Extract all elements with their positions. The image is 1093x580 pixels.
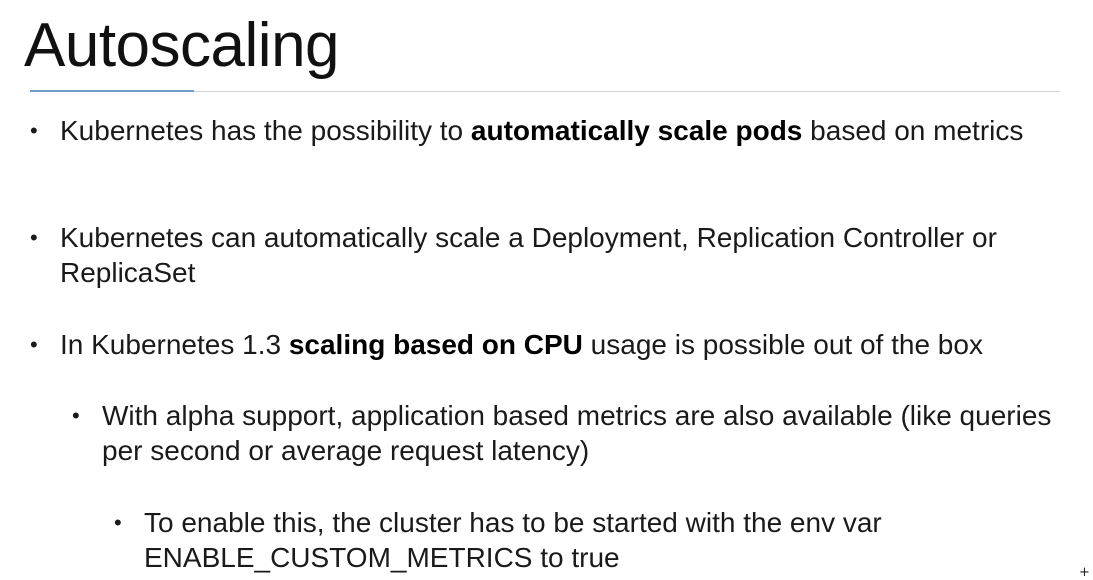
bullet-text: Kubernetes can automatically scale a Dep… [60,222,997,288]
bullet-dot-icon: • [72,403,80,428]
bullet-text: To enable this, the cluster has to be st… [144,507,882,573]
bullet-item-1: • Kubernetes has the possibility to auto… [30,113,1050,148]
sub-sub-bullet-item-1: • To enable this, the cluster has to be … [114,505,1044,575]
bullet-item-2: • Kubernetes can automatically scale a D… [30,220,1060,290]
bullet-dot-icon: • [30,332,38,357]
bullet-text: Kubernetes has the possibility to automa… [60,115,1024,146]
slide-title: Autoscaling [24,11,340,80]
bullet-dot-icon: • [30,225,38,250]
sub-bullet-item-1: • With alpha support, application based … [72,398,1062,468]
bullet-text: With alpha support, application based me… [102,400,1052,466]
bullet-item-3: • In Kubernetes 1.3 scaling based on CPU… [30,327,1070,362]
bullet-text: In Kubernetes 1.3 scaling based on CPU u… [60,329,983,360]
crosshair-cursor-icon: + [1079,565,1090,580]
bullet-dot-icon: • [30,118,38,143]
title-divider-accent [30,90,194,92]
bullet-dot-icon: • [114,510,122,535]
